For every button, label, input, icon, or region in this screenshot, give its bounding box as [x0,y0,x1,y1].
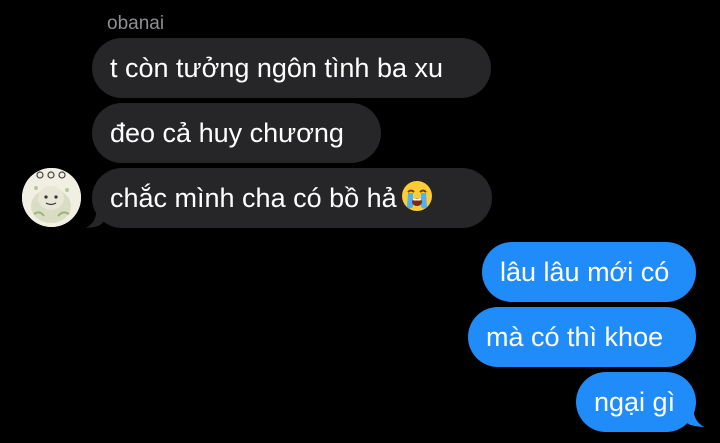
incoming-message[interactable]: chắc mình cha có bồ hả [92,168,492,228]
incoming-message[interactable]: t còn tưởng ngôn tình ba xu [92,38,491,98]
outgoing-message[interactable]: ngại gì [576,372,696,432]
outgoing-message[interactable]: mà có thì khoe [468,307,696,367]
incoming-bubble-tail [86,205,104,228]
incoming-message[interactable]: đeo cả huy chương [92,103,381,163]
message-text: lâu lâu mới có [500,256,670,287]
avatar[interactable] [22,168,81,227]
message-text: t còn tưởng ngôn tình ba xu [110,52,444,83]
outgoing-bubble-tail [684,404,704,427]
outgoing-message[interactable]: lâu lâu mới có [482,242,696,302]
message-text: mà có thì khoe [486,321,664,352]
sender-name: obanai [107,13,165,34]
message-text: ngại gì [594,386,676,417]
message-text: đeo cả huy chương [110,117,344,148]
loudly-crying-face-icon [401,180,433,212]
message-text: chắc mình cha có bồ hả [110,182,397,213]
